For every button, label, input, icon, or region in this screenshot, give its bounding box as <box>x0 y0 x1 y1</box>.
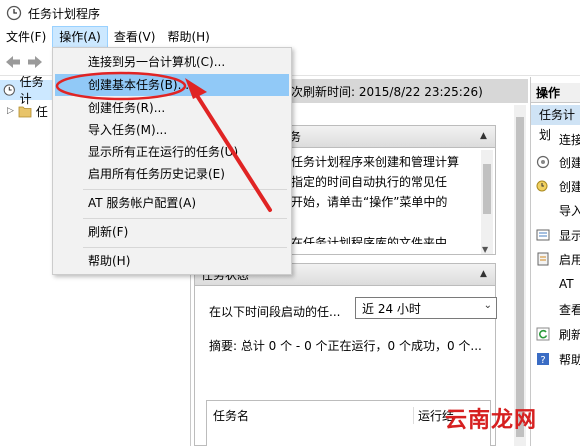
time-range-select[interactable]: 近 24 小时 ⌄ <box>355 297 497 319</box>
actions-subheader[interactable]: 任务计划 <box>531 105 580 142</box>
column-header-task-name[interactable]: 任务名 <box>213 407 249 424</box>
action-enable-history[interactable]: 启用 <box>531 249 580 269</box>
action-import[interactable]: 导入 <box>531 200 580 220</box>
tree-item-library[interactable]: ▷ 任 <box>0 101 52 121</box>
collapse-chevron-icon[interactable]: ▲ <box>477 130 490 143</box>
main-scrollbar[interactable] <box>514 105 526 446</box>
blank-icon <box>536 132 550 146</box>
menu-action[interactable]: 操作(A) <box>52 26 108 48</box>
actions-header: 操作 <box>531 83 580 103</box>
list-window-icon <box>536 229 550 241</box>
refresh-icon <box>536 327 550 341</box>
expand-chevron-icon[interactable]: ▷ <box>7 106 14 116</box>
blank-icon <box>536 277 550 291</box>
clock-icon <box>3 84 15 96</box>
forward-arrow-icon[interactable] <box>26 53 44 71</box>
menu-item-at-config[interactable]: AT 服务帐户配置(A) <box>55 192 289 214</box>
collapse-chevron-icon[interactable]: ▲ <box>477 268 490 281</box>
menu-view[interactable]: 查看(V) <box>108 26 162 48</box>
overview-scrollbar[interactable]: ▼ <box>481 150 493 254</box>
menu-help[interactable]: 帮助(H) <box>161 26 215 48</box>
history-icon <box>537 252 549 266</box>
help-icon: ? <box>537 353 549 366</box>
action-menu-dropdown: 连接到另一台计算机(C)... 创建基本任务(B)... 创建任务(R)... … <box>52 47 292 275</box>
clock-icon <box>6 5 22 21</box>
action-view[interactable]: 查看 <box>531 299 580 319</box>
main-scroll-thumb[interactable] <box>516 117 524 437</box>
task-icon <box>536 180 548 192</box>
menu-bar: 文件(F) 操作(A) 查看(V) 帮助(H) <box>0 26 580 48</box>
title-bar: 任务计划程序 <box>0 0 580 26</box>
menu-file[interactable]: 文件(F) <box>0 26 52 48</box>
menu-item-enable-history[interactable]: 启用所有任务历史记录(E) <box>55 163 289 185</box>
action-connect[interactable]: 连接 <box>531 129 580 149</box>
menu-item-create-task[interactable]: 创建任务(R)... <box>55 97 289 119</box>
action-show-running[interactable]: 显示 <box>531 225 580 245</box>
back-arrow-icon[interactable] <box>4 53 22 71</box>
tree-item-root[interactable]: 任务计 <box>0 75 52 106</box>
action-create-task[interactable]: 创建 <box>531 176 580 196</box>
scroll-down-arrow-icon[interactable]: ▼ <box>482 245 488 254</box>
status-period-label: 在以下时间段启动的任... <box>209 305 341 319</box>
watermark-text: 云南龙网 <box>445 407 538 433</box>
menu-item-create-basic-task[interactable]: 创建基本任务(B)... <box>55 74 289 96</box>
menu-separator <box>83 247 287 248</box>
menu-item-show-running[interactable]: 显示所有正在运行的任务(U) <box>55 141 289 163</box>
menu-item-import-task[interactable]: 导入任务(M)... <box>55 119 289 141</box>
menu-separator <box>83 218 287 219</box>
status-summary: 摘要: 总计 0 个 - 0 个正在运行，0 个成功，0 个... <box>209 339 482 353</box>
menu-item-connect-computer[interactable]: 连接到另一台计算机(C)... <box>55 51 289 73</box>
window-title: 任务计划程序 <box>28 6 101 21</box>
overview-scroll-thumb[interactable] <box>483 164 491 214</box>
folder-icon <box>18 106 32 117</box>
menu-item-help[interactable]: 帮助(H) <box>55 250 289 272</box>
action-refresh[interactable]: 刷新 <box>531 324 580 344</box>
action-at-config[interactable]: AT <box>531 274 580 294</box>
blank-icon <box>536 302 550 316</box>
menu-separator <box>83 189 287 190</box>
actions-pane: 操作 任务计划 连接 创建 创建 导入 显示 启用 AT 查看 刷新 ? 帮助 <box>530 77 580 446</box>
blank-icon <box>536 203 550 217</box>
time-range-value: 近 24 小时 <box>362 301 421 316</box>
svg-text:?: ? <box>540 355 545 366</box>
action-create-basic[interactable]: 创建 <box>531 152 580 172</box>
action-help[interactable]: ? 帮助 <box>531 349 580 369</box>
chevron-down-icon: ⌄ <box>483 300 492 311</box>
menu-item-refresh[interactable]: 刷新(F) <box>55 221 289 243</box>
gear-clock-icon <box>536 155 550 169</box>
tree-library-label: 任 <box>35 104 48 119</box>
